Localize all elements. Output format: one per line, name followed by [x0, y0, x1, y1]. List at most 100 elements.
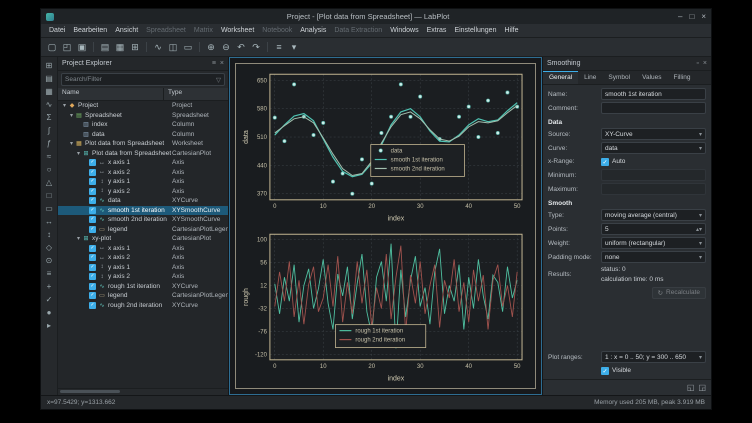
visibility-checkbox[interactable]: ✓: [89, 283, 96, 290]
chevron-down-icon[interactable]: ▾: [699, 131, 702, 138]
tree-row-data[interactable]: ▥dataColumn: [58, 130, 228, 140]
marker-tool-icon[interactable]: ●: [43, 306, 55, 318]
menu-data-extraction[interactable]: Data Extraction: [330, 27, 386, 34]
panel-menu-icon[interactable]: ≡: [212, 60, 216, 67]
tree-row-y-axis-2[interactable]: ✓↕y axis 2Axis: [58, 272, 228, 282]
search-input[interactable]: Search/Filter ▽: [61, 73, 225, 86]
tree-row-smooth-2nd-iteration[interactable]: ✓∿smooth 2nd iterationXYSmoothCurve: [58, 215, 228, 225]
column-header-type[interactable]: Type: [164, 88, 228, 100]
select-mode-icon[interactable]: ≡: [272, 40, 286, 54]
horizontal-scrollbar[interactable]: [58, 388, 228, 395]
curve-tool-icon[interactable]: ∿: [43, 98, 55, 110]
spin-arrows-icon[interactable]: ▴▾: [696, 226, 702, 233]
padding-mode-combo[interactable]: none▾: [601, 251, 706, 263]
visibility-checkbox[interactable]: ✓: [89, 178, 96, 185]
zoom-in-icon[interactable]: ⊕: [204, 40, 218, 54]
add-tool-icon[interactable]: +: [43, 280, 55, 292]
tree-row-legend[interactable]: ✓▭legendCartesianPlotLegend: [58, 291, 228, 301]
panel-close-icon[interactable]: ×: [220, 60, 224, 67]
dock-float-icon[interactable]: ▫: [696, 60, 698, 67]
menu-hilfe[interactable]: Hilfe: [500, 27, 522, 34]
open-project-icon[interactable]: ◰: [60, 40, 74, 54]
rect-tool-icon[interactable]: □: [43, 189, 55, 201]
point-tool-icon[interactable]: ⊙: [43, 254, 55, 266]
sum-tool-icon[interactable]: Σ: [43, 111, 55, 123]
menu-analysis[interactable]: Analysis: [296, 27, 330, 34]
more-tools-icon[interactable]: ▾: [287, 40, 301, 54]
bottom-plot[interactable]: 01020304050-120-76-321256100indexroughro…: [240, 228, 531, 384]
tree-row-data[interactable]: ✓∿dataXYCurve: [58, 196, 228, 206]
tree-row-plot-data-from-spreadsheet[interactable]: ▾⊞Plot data from SpreadsheetCartesianPlo…: [58, 149, 228, 159]
visibility-checkbox[interactable]: ✓: [89, 188, 96, 195]
menu-matrix[interactable]: Matrix: [190, 27, 217, 34]
top-plot[interactable]: 01020304050370440510580650indexdatadatas…: [240, 68, 531, 224]
column-header-name[interactable]: Name: [58, 88, 164, 100]
tab-values[interactable]: Values: [636, 71, 667, 84]
new-project-icon[interactable]: ▢: [45, 40, 59, 54]
tree-row-y-axis-2[interactable]: ✓↕y axis 2Axis: [58, 187, 228, 197]
visibility-checkbox[interactable]: ✓: [89, 292, 96, 299]
tree-row-rough-1st-iteration[interactable]: ✓∿rough 1st iterationXYCurve: [58, 282, 228, 292]
menu-datei[interactable]: Datei: [45, 27, 69, 34]
undo-icon[interactable]: ↶: [234, 40, 248, 54]
menu-worksheet[interactable]: Worksheet: [217, 27, 258, 34]
points-spin[interactable]: 5▴▾: [601, 223, 706, 235]
tree-row-legend[interactable]: ✓▭legendCartesianPlotLegend: [58, 225, 228, 235]
tab-line[interactable]: Line: [578, 71, 602, 84]
integral-tool-icon[interactable]: ∫: [43, 124, 55, 136]
menu-windows[interactable]: Windows: [386, 27, 422, 34]
tree-row-x-axis-1[interactable]: ✓↔x axis 1Axis: [58, 158, 228, 168]
visibility-checkbox[interactable]: ✓: [89, 159, 96, 166]
smooth-plot-chart[interactable]: 01020304050370440510580650indexdatadatas…: [240, 68, 531, 224]
visibility-checkbox[interactable]: ✓: [89, 207, 96, 214]
visibility-checkbox[interactable]: ✓: [89, 216, 96, 223]
tree-row-index[interactable]: ▥indexColumn: [58, 120, 228, 130]
horizontal-axis-icon[interactable]: ↔: [43, 215, 55, 227]
tree-row-x-axis-2[interactable]: ✓↔x axis 2Axis: [58, 168, 228, 178]
save-project-icon[interactable]: ▣: [75, 40, 89, 54]
tree-row-rough-2nd-iteration[interactable]: ✓∿rough 2nd iterationXYCurve: [58, 301, 228, 311]
tree-row-y-axis-1[interactable]: ✓↕y axis 1Axis: [58, 177, 228, 187]
minimum-input[interactable]: [601, 169, 706, 181]
name-input[interactable]: smooth 1st iteration: [601, 88, 706, 100]
expander-icon[interactable]: ▾: [75, 235, 82, 242]
tree-row-plot-data-from-spreadsheet[interactable]: ▾▦Plot data from SpreadsheetWorksheet: [58, 139, 228, 149]
recalculate-button[interactable]: ↻Recalculate: [652, 287, 706, 299]
chevron-down-icon[interactable]: ▾: [699, 354, 702, 361]
tree-row-x-axis-1[interactable]: ✓↔x axis 1Axis: [58, 244, 228, 254]
diamond-tool-icon[interactable]: ◇: [43, 241, 55, 253]
menu-einstellungen[interactable]: Einstellungen: [450, 27, 500, 34]
scrollbar-thumb[interactable]: [60, 390, 120, 393]
plot-ranges-combo[interactable]: 1 : x = 0 .. 50; y = 300 .. 650▾: [601, 351, 706, 363]
rough-plot-chart[interactable]: 01020304050-120-76-321256100indexroughro…: [240, 228, 531, 384]
type-combo[interactable]: moving average (central)▾: [601, 209, 706, 221]
weight-combo[interactable]: uniform (rectangular)▾: [601, 237, 706, 249]
chevron-down-icon[interactable]: ▾: [699, 145, 702, 152]
expander-icon[interactable]: ▾: [68, 140, 75, 147]
expander-icon[interactable]: ▾: [61, 102, 68, 109]
tab-general[interactable]: General: [543, 71, 578, 84]
titlebar[interactable]: Project - [Plot data from Spreadsheet] —…: [41, 9, 711, 24]
visibility-checkbox[interactable]: ✓: [89, 264, 96, 271]
new-spreadsheet-icon[interactable]: ▤: [98, 40, 112, 54]
vertical-axis-icon[interactable]: ↕: [43, 228, 55, 240]
visibility-checkbox[interactable]: ✓: [89, 197, 96, 204]
visibility-checkbox[interactable]: ✓: [89, 226, 96, 233]
tree-row-x-axis-2[interactable]: ✓↔x axis 2Axis: [58, 253, 228, 263]
triangle-tool-icon[interactable]: △: [43, 176, 55, 188]
layout-tool-icon[interactable]: ≡: [43, 267, 55, 279]
menu-notebook[interactable]: Notebook: [258, 27, 296, 34]
chevron-down-icon[interactable]: ▾: [699, 240, 702, 247]
expand-tool-icon[interactable]: ▸: [43, 319, 55, 331]
chevron-down-icon[interactable]: ▾: [699, 254, 702, 261]
expander-icon[interactable]: ▾: [68, 112, 75, 119]
load-template-icon[interactable]: ◱: [687, 383, 695, 392]
visibility-checkbox[interactable]: ✓: [89, 254, 96, 261]
ellipse-tool-icon[interactable]: ○: [43, 163, 55, 175]
menu-spreadsheet[interactable]: Spreadsheet: [142, 27, 190, 34]
add-plot-icon[interactable]: ⊞: [43, 59, 55, 71]
maximum-input[interactable]: [601, 183, 706, 195]
new-matrix-icon[interactable]: ▦: [113, 40, 127, 54]
tree-row-spreadsheet[interactable]: ▾▤SpreadsheetSpreadsheet: [58, 111, 228, 121]
zoom-out-icon[interactable]: ⊖: [219, 40, 233, 54]
